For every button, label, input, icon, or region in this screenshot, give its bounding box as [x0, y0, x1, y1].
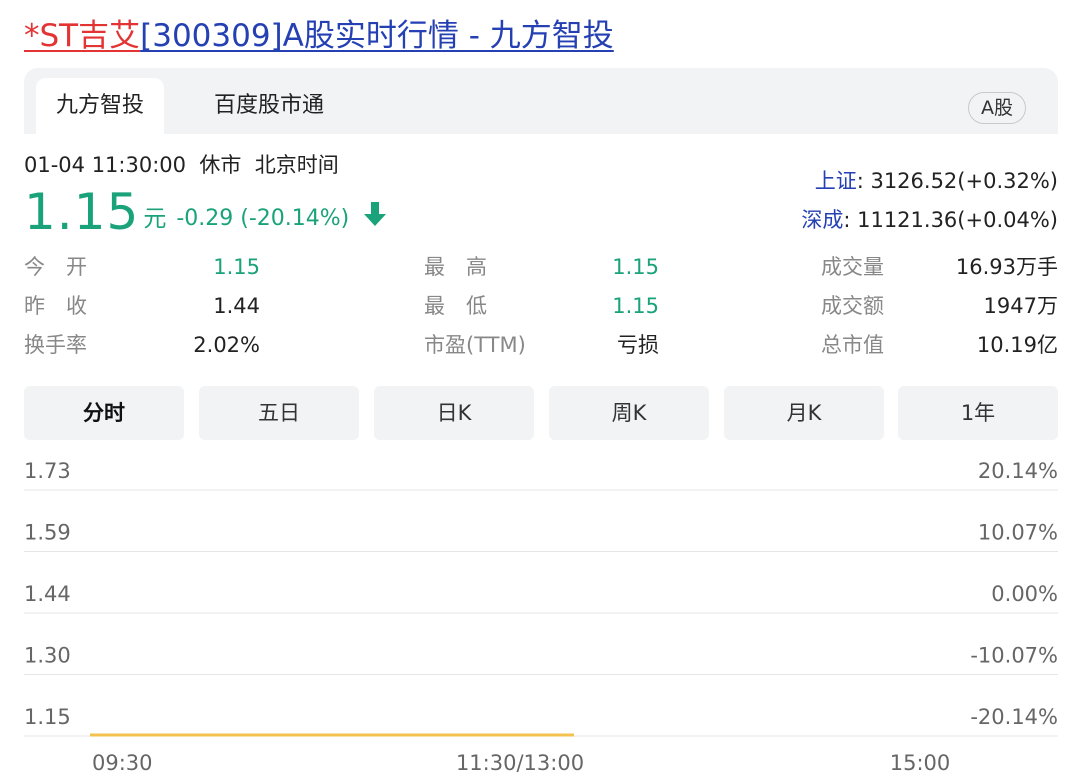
stat-value-market-cap: 10.19亿	[976, 333, 1058, 357]
index-value: : 3126.52(+0.32%)	[856, 169, 1058, 193]
stat-label-low: 最 低	[424, 294, 487, 318]
index-value: : 11121.36(+0.04%)	[843, 208, 1058, 232]
intraday-chart[interactable]: 1.73 20.14% 1.59 10.07% 1.44 0.00% 1.30 -10.07%…	[0, 448, 1080, 778]
y-tick-label-left: 1.30	[24, 644, 71, 668]
stat-label-amount: 成交额	[821, 294, 884, 318]
y-tick-label-right: -20.14%	[970, 705, 1058, 729]
stat-value-prev-close: 1.44	[213, 294, 260, 318]
stat-value-amount: 1947万	[983, 294, 1058, 318]
y-tick-label-left: 1.44	[24, 582, 71, 606]
timezone-label: 北京时间	[254, 153, 339, 177]
stats-grid: 今 开 1.15 最 高 1.15 成交量 16.93万手 昨 收 1.44 最…	[24, 248, 1058, 365]
tab-one-year[interactable]: 1年	[898, 386, 1058, 440]
stat-value-volume: 16.93万手	[955, 255, 1058, 279]
stat-value-low: 1.15	[612, 294, 659, 318]
tab-monthly-k[interactable]: 月K	[724, 386, 884, 440]
x-tick-label: 11:30/13:00	[456, 751, 584, 775]
y-tick-label-left: 1.15	[24, 705, 71, 729]
stat-label-pe: 市盈(TTM)	[424, 333, 526, 357]
stat-label-turnover: 换手率	[24, 333, 87, 357]
index-shanghai[interactable]: 上证: 3126.52(+0.32%)	[815, 166, 1058, 196]
stat-value-open: 1.15	[213, 255, 260, 279]
quote-time: 01-04 11:30:00	[24, 153, 187, 177]
tab-intraday[interactable]: 分时	[24, 386, 184, 440]
current-price: 1.15	[24, 183, 140, 241]
page-title[interactable]: *ST吉艾[300309]A股实时行情 - 九方智投	[24, 14, 614, 58]
index-name[interactable]: 上证	[815, 169, 857, 193]
stat-label-prev-close: 昨 收	[24, 294, 87, 318]
tab-five-day[interactable]: 五日	[199, 386, 359, 440]
y-tick-label-right: 0.00%	[991, 582, 1058, 606]
y-tick-label-right: -10.07%	[970, 644, 1058, 668]
stats-row: 今 开 1.15 最 高 1.15 成交量 16.93万手	[24, 248, 1058, 287]
x-tick-label: 09:30	[92, 751, 153, 775]
market-badge[interactable]: A股	[968, 92, 1026, 124]
stat-label-open: 今 开	[24, 255, 87, 279]
tab-baidu[interactable]: 百度股市通	[194, 78, 344, 134]
tab-weekly-k[interactable]: 周K	[549, 386, 709, 440]
stat-label-volume: 成交量	[821, 255, 884, 279]
y-tick-label-right: 10.07%	[978, 521, 1058, 545]
stat-value-high: 1.15	[612, 255, 659, 279]
market-status: 休市	[199, 153, 242, 177]
y-tick-label-left: 1.73	[24, 459, 71, 483]
index-shenzhen[interactable]: 深成: 11121.36(+0.04%)	[801, 205, 1058, 235]
stat-label-high: 最 高	[424, 255, 487, 279]
stats-row: 换手率 2.02% 市盈(TTM) 亏损 总市值 10.19亿	[24, 326, 1058, 365]
index-name[interactable]: 深成	[801, 208, 843, 232]
arrow-down-icon	[362, 200, 388, 232]
price-row: 1.15 元 -0.29 (-20.14%)	[24, 182, 388, 242]
stock-name-link[interactable]: *ST吉艾	[24, 18, 140, 54]
y-tick-label-right: 20.14%	[978, 459, 1058, 483]
period-tabs: 分时 五日 日K 周K 月K 1年	[24, 386, 1058, 440]
quote-time-line: 01-04 11:30:00 休市 北京时间	[24, 150, 339, 180]
stat-value-turnover: 2.02%	[193, 333, 260, 357]
price-change: -0.29 (-20.14%)	[176, 206, 350, 231]
source-tabbar: 九方智投 百度股市通 A股	[24, 68, 1058, 134]
price-unit: 元	[143, 206, 167, 232]
stat-value-pe: 亏损	[617, 333, 659, 357]
tab-daily-k[interactable]: 日K	[374, 386, 534, 440]
x-tick-label: 15:00	[890, 751, 951, 775]
page-title-link[interactable]: [300309]A股实时行情 - 九方智投	[140, 18, 614, 54]
y-tick-label-left: 1.59	[24, 521, 71, 545]
tab-jiufang[interactable]: 九方智投	[36, 78, 164, 134]
stat-label-market-cap: 总市值	[821, 333, 884, 357]
stats-row: 昨 收 1.44 最 低 1.15 成交额 1947万	[24, 287, 1058, 326]
